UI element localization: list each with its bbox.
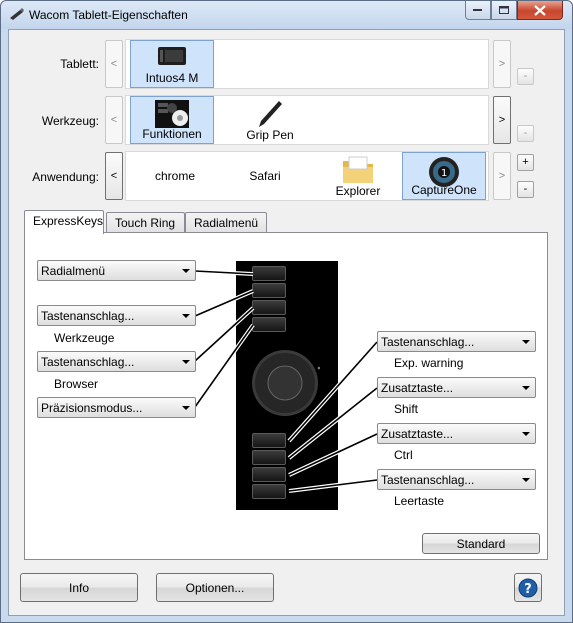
expresskey-2-dropdown[interactable]: Tastenanschlag... <box>37 305 196 326</box>
expresskey-6-name: Shift <box>394 402 419 416</box>
dropdown-value: Tastenanschlag... <box>41 309 135 323</box>
wacom-pen-icon <box>9 7 25 24</box>
options-button[interactable]: Optionen... <box>156 573 274 602</box>
expresskey-3-dropdown[interactable]: Tastenanschlag... <box>37 351 196 372</box>
app-remove-button[interactable]: - <box>517 181 534 198</box>
dropdown-value: Zusatztaste... <box>381 427 454 441</box>
tablet-item-intuos4[interactable]: Intuos4 M <box>130 40 214 88</box>
app-label: Anwendung: <box>32 170 99 184</box>
dropdown-value: Präzisionsmodus... <box>41 401 143 415</box>
tab-touch-ring[interactable]: Touch Ring <box>106 212 185 233</box>
tablet-item-label: Intuos4 M <box>145 71 199 85</box>
expresskey-7-name: Ctrl <box>394 448 413 462</box>
info-button[interactable]: Info <box>20 573 138 602</box>
tablet-strip: Intuos4 M <box>125 39 489 89</box>
expresskey-5-name: Exp. warning <box>394 356 464 370</box>
app-item-label: Safari <box>249 169 281 183</box>
tool-prev-button[interactable]: < <box>105 96 123 144</box>
next-label: > <box>498 170 506 182</box>
app-item-safari[interactable]: Safari <box>220 152 310 200</box>
maximize-icon <box>498 5 509 14</box>
dropdown-value: Radialmenü <box>41 264 106 278</box>
chevron-down-icon <box>522 340 530 344</box>
app-prev-button[interactable]: < <box>105 152 123 200</box>
tool-item-functions[interactable]: Funktionen <box>130 96 214 144</box>
app-strip: chrome Safari Explorer 1 CaptureOne <box>125 151 489 201</box>
maximize-button[interactable] <box>491 1 517 20</box>
tablet-prev-button[interactable]: < <box>105 40 123 88</box>
tool-remove-button[interactable]: - <box>517 125 534 142</box>
close-button[interactable] <box>517 1 563 20</box>
minimize-icon <box>473 9 482 11</box>
expresskey-3-name: Browser <box>54 377 99 391</box>
standard-button[interactable]: Standard <box>422 533 540 554</box>
next-label: > <box>498 114 506 126</box>
tab-expresskeys[interactable]: ExpressKeys <box>24 210 104 234</box>
expresskey-5-dropdown[interactable]: Tastenanschlag... <box>377 331 536 352</box>
expresskey-8-name: Leertaste <box>394 494 445 508</box>
help-button[interactable]: ? <box>514 573 542 602</box>
tool-item-grip-pen[interactable]: Grip Pen <box>222 96 318 144</box>
app-next-button[interactable]: > <box>493 152 511 200</box>
tablet-icon <box>157 44 187 71</box>
tool-label: Werkzeug: <box>41 114 99 128</box>
svg-text:1: 1 <box>441 168 447 179</box>
pen-icon <box>255 99 285 132</box>
close-icon <box>534 4 546 16</box>
functions-icon <box>155 100 189 131</box>
next-label: > <box>498 58 506 70</box>
window: Wacom Tablett-Eigenschaften Tablett: < I… <box>0 0 573 623</box>
chevron-down-icon <box>522 478 530 482</box>
svg-text:?: ? <box>524 582 532 597</box>
dropdown-value: Tastenanschlag... <box>41 355 135 369</box>
app-item-captureone[interactable]: 1 CaptureOne <box>402 152 486 200</box>
chevron-down-icon <box>522 386 530 390</box>
expresskey-6-dropdown[interactable]: Zusatztaste... <box>377 377 536 398</box>
app-item-explorer[interactable]: Explorer <box>316 152 400 200</box>
chevron-down-icon <box>182 314 190 318</box>
expresskey-8-dropdown[interactable]: Tastenanschlag... <box>377 469 536 490</box>
tablet-next-button[interactable]: > <box>493 40 511 88</box>
chevron-down-icon <box>182 406 190 410</box>
prev-label: < <box>110 114 118 126</box>
prev-label: < <box>110 58 118 70</box>
tool-strip: Funktionen Grip Pen <box>125 95 489 145</box>
chevron-down-icon <box>522 432 530 436</box>
app-item-label: chrome <box>154 169 195 183</box>
chevron-down-icon <box>182 269 190 273</box>
chevron-down-icon <box>182 360 190 364</box>
help-icon: ? <box>518 578 538 597</box>
captureone-icon: 1 <box>428 156 460 191</box>
expresskey-7-dropdown[interactable]: Zusatztaste... <box>377 423 536 444</box>
tool-next-button[interactable]: > <box>493 96 511 144</box>
minimize-button[interactable] <box>465 1 491 20</box>
prev-label: < <box>110 170 118 182</box>
expresskeys-panel: Radialmenü Tastenanschlag... Werkzeuge T… <box>24 232 548 560</box>
dropdown-value: Tastenanschlag... <box>381 473 475 487</box>
expresskey-2-name: Werkzeuge <box>54 331 115 345</box>
app-item-chrome[interactable]: chrome <box>130 152 220 200</box>
title-bar: Wacom Tablett-Eigenschaften <box>1 1 572 29</box>
folder-icon <box>341 155 375 188</box>
app-add-button[interactable]: + <box>517 154 534 171</box>
expresskey-4-dropdown[interactable]: Präzisionsmodus... <box>37 397 196 418</box>
dropdown-value: Zusatztaste... <box>381 381 454 395</box>
tab-radialmenu[interactable]: Radialmenü <box>185 212 267 233</box>
expresskey-1-dropdown[interactable]: Radialmenü <box>37 260 196 281</box>
tablet-remove-button[interactable]: - <box>517 68 534 85</box>
window-title: Wacom Tablett-Eigenschaften <box>29 8 188 22</box>
dropdown-value: Tastenanschlag... <box>381 335 475 349</box>
tablet-label: Tablett: <box>60 57 99 71</box>
